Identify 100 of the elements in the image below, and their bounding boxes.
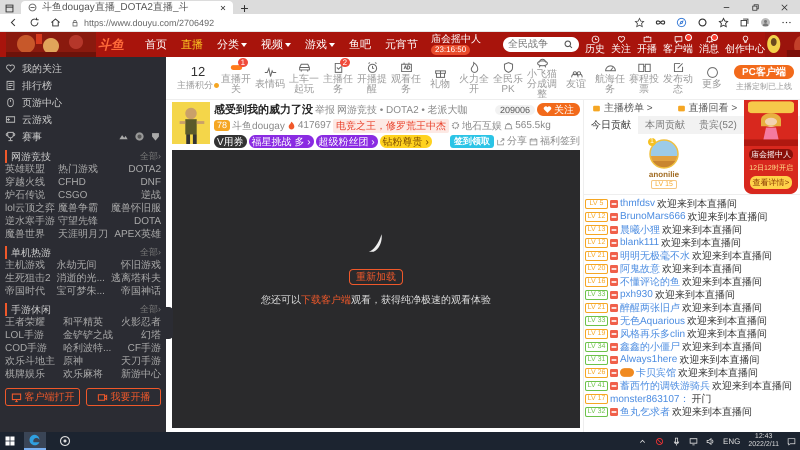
chat-username[interactable]: 蓄西竹的调铁游骑兵 — [620, 378, 710, 392]
category-link[interactable]: 生死狙击2 — [5, 272, 51, 285]
category-link[interactable]: DNF — [111, 176, 162, 189]
category-link[interactable]: 热门游戏 — [58, 163, 108, 176]
feature-pill[interactable]: V用券 — [214, 134, 247, 148]
address-bar[interactable]: https://www.douyu.com/2706492 — [71, 16, 624, 29]
category-link[interactable]: 魔兽怀旧服 — [111, 202, 162, 215]
header-menu-item[interactable]: 客户端 — [663, 34, 693, 54]
category-link[interactable]: 逆战 — [111, 189, 162, 202]
category-link[interactable]: lol云顶之弈 — [5, 202, 56, 215]
collections-icon[interactable] — [739, 17, 750, 28]
video-player[interactable]: 重新加载 您还可以下载客户端观看，获得纯净极速的观看体验 — [172, 150, 580, 428]
start-stream-button[interactable]: 我要开播 — [86, 388, 161, 406]
category-link[interactable]: 棋牌娱乐 — [5, 368, 55, 381]
reload-button[interactable]: 重新加载 — [349, 269, 403, 285]
toolbar-item[interactable]: 赛程投票 — [628, 61, 660, 95]
all-link[interactable]: 全部› — [140, 246, 161, 259]
category-link[interactable]: 怀旧游戏 — [111, 259, 161, 272]
sidebar-link[interactable]: 页游中心 — [5, 94, 161, 111]
all-link[interactable]: 全部› — [140, 303, 161, 316]
network-icon[interactable] — [689, 436, 698, 446]
category-link[interactable]: 穿越火线 — [5, 176, 56, 189]
home-icon[interactable] — [50, 17, 61, 28]
nav-link[interactable]: 鱼吧 — [349, 37, 371, 52]
feature-pill[interactable]: 超级粉丝团 › — [316, 134, 378, 148]
team-emblem-icon[interactable] — [134, 131, 145, 142]
team-emblem-icon[interactable] — [150, 131, 161, 142]
category-link[interactable]: CSGO — [58, 189, 108, 202]
follow-button[interactable]: 关注 — [537, 103, 580, 116]
category-link[interactable]: COD手游 — [5, 342, 55, 355]
microphone-icon[interactable] — [672, 436, 682, 446]
download-client-link[interactable]: 下载客户端 — [301, 295, 351, 306]
points-counter[interactable]: 12 主播积分 — [178, 64, 218, 92]
category-link[interactable]: 新游中心 — [121, 368, 161, 381]
sidebar-link[interactable]: 赛事 — [5, 128, 161, 145]
header-menu-item[interactable]: 创作中心 — [725, 34, 765, 54]
chat-username[interactable]: pxh930 — [620, 289, 653, 300]
category-link[interactable]: 天涯明月刀 — [58, 228, 108, 241]
category-link[interactable]: DOTA2 — [111, 163, 162, 176]
category-link[interactable]: 天刀手游 — [121, 355, 161, 368]
new-tab-icon[interactable] — [239, 3, 250, 14]
nav-link[interactable]: 视频 — [261, 37, 291, 52]
category-link[interactable]: 帝国时代 — [5, 285, 51, 298]
report-link[interactable]: 举报 — [315, 102, 335, 116]
star-icon[interactable] — [634, 17, 645, 28]
category-link[interactable]: 金铲铲之战 — [63, 329, 113, 342]
header-menu-item[interactable]: 消息 — [699, 34, 719, 54]
nav-link[interactable]: 元宵节 — [385, 37, 418, 52]
chat-top-link[interactable]: 直播回看 > — [676, 102, 738, 114]
windows-start-icon[interactable] — [4, 435, 16, 447]
category-link[interactable]: 帝国神话 — [111, 285, 161, 298]
category-link[interactable]: APEX英雄 — [111, 228, 162, 241]
nav-link[interactable]: 首页 — [145, 37, 167, 52]
category-link[interactable]: 逃离塔科夫 — [111, 272, 161, 285]
category-link[interactable]: 逆水寒手游 — [5, 215, 56, 228]
category-link[interactable]: 主机游戏 — [5, 259, 51, 272]
chat-username[interactable]: Always1here — [620, 354, 678, 365]
category-link[interactable]: 欢乐斗地主 — [5, 355, 55, 368]
feature-pill[interactable]: 福星挑战 多 › — [248, 134, 314, 148]
sidebar-link[interactable]: 排行榜 — [5, 77, 161, 94]
all-link[interactable]: 全部› — [140, 150, 161, 163]
category-link[interactable]: 守望先锋 — [58, 215, 108, 228]
chat-username[interactable]: 阿鬼故意 — [620, 262, 660, 276]
input-language[interactable]: ENG — [723, 436, 740, 446]
search-field[interactable]: 全民战争 — [503, 37, 579, 52]
close-icon[interactable] — [219, 4, 227, 12]
chat-top-link[interactable]: 主播榜单 > — [592, 102, 653, 114]
sidebar-link[interactable]: 云游戏 — [5, 111, 161, 128]
category-link[interactable]: 火影忍者 — [121, 316, 161, 329]
chat-username[interactable]: blank111 — [620, 237, 660, 248]
chat-username[interactable]: 醉醒两张旧卢 — [620, 300, 680, 314]
share-link[interactable]: 分享 — [496, 134, 527, 148]
promo-details-button[interactable]: 查看详情> — [750, 176, 792, 189]
browser-tab[interactable]: 斗鱼dougay直播_DOTA2直播_斗 — [21, 1, 233, 14]
category-link[interactable]: 消逝的光... — [56, 272, 105, 285]
window-icon[interactable] — [4, 3, 15, 14]
category-link[interactable]: 原神 — [63, 355, 113, 368]
toolbar-item[interactable]: 主播任务 2 — [322, 61, 354, 95]
chat-username[interactable]: 鱼丸乞求者 — [620, 404, 670, 418]
feature-pill[interactable]: 钻粉尊贵 › — [380, 134, 432, 148]
header-menu-item[interactable]: 开播 — [637, 34, 657, 54]
favorites-icon[interactable] — [718, 17, 729, 28]
chat-username[interactable]: 无色Aquarious — [620, 314, 686, 328]
category-link[interactable]: 王者荣耀 — [5, 316, 55, 329]
nav-link[interactable]: 游戏 — [305, 37, 335, 52]
category-link[interactable]: 炉石传说 — [5, 189, 56, 202]
search-icon[interactable] — [563, 39, 574, 50]
compass-icon[interactable] — [676, 17, 687, 28]
chat-username[interactable]: 卡贝宾馆 — [636, 366, 676, 380]
category-link[interactable]: 欢乐麻将 — [63, 368, 113, 381]
category-link[interactable]: 英雄联盟 — [5, 163, 56, 176]
profile-icon[interactable] — [760, 17, 771, 28]
pc-client-button[interactable]: PC客户端 — [734, 64, 794, 78]
welfare-link[interactable]: 福利签到 — [529, 134, 580, 148]
category-link[interactable]: 魔兽争霸 — [58, 202, 108, 215]
category-link[interactable]: 永劫无间 — [56, 259, 105, 272]
chat-username[interactable]: thmfdsv — [620, 198, 656, 209]
toolbar-item[interactable]: 直播开关 1 — [220, 61, 252, 95]
category-link[interactable]: 和平精英 — [63, 316, 113, 329]
chat-username[interactable]: 晨曦小狸 — [620, 222, 660, 236]
